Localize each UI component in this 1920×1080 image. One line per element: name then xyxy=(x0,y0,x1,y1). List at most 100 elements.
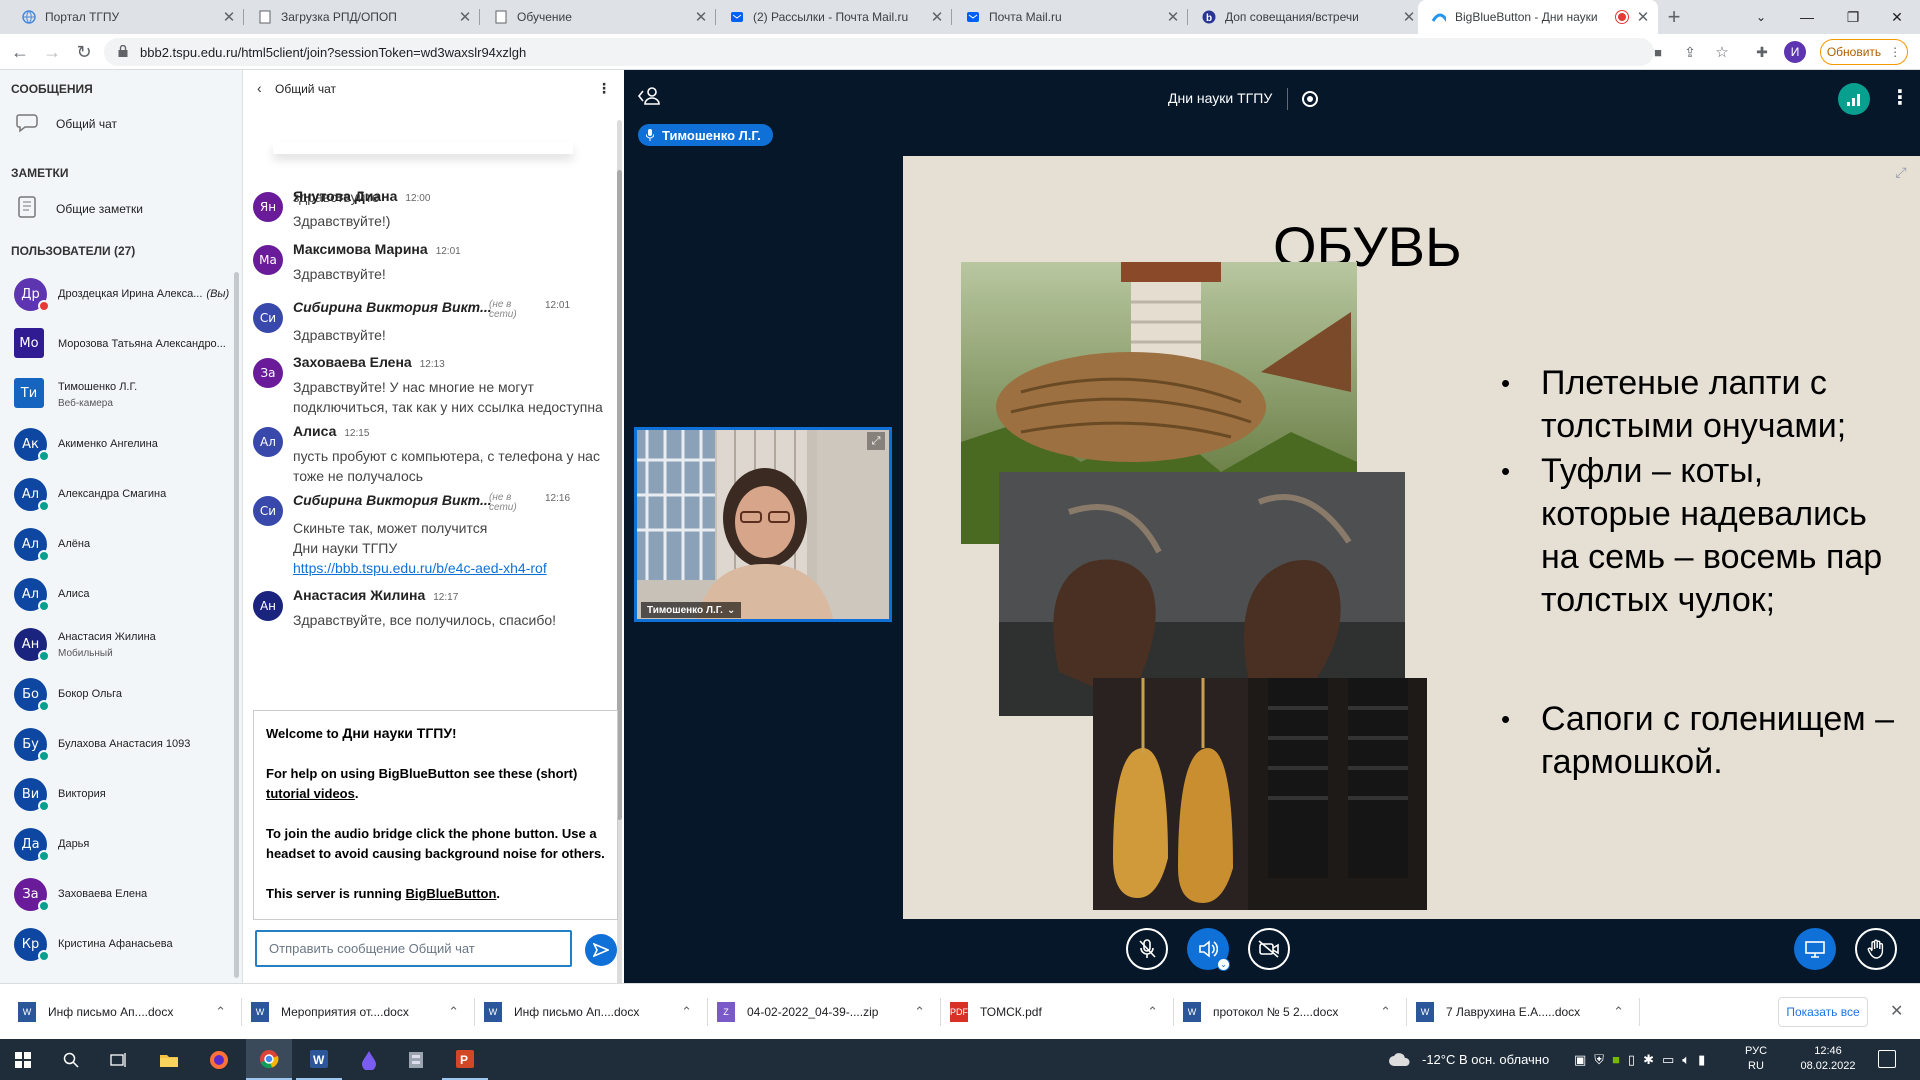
browser-tab[interactable]: Портал ТГПУ ✕ xyxy=(8,0,244,34)
options-menu-icon[interactable]: ⋮ xyxy=(1890,85,1910,110)
windows-start-icon[interactable] xyxy=(0,1039,46,1080)
camera-button[interactable] xyxy=(1248,928,1290,970)
close-tab-icon[interactable]: ✕ xyxy=(928,8,946,26)
bookmark-star-icon[interactable]: ☆ xyxy=(1710,40,1734,64)
download-item[interactable]: W Мероприятия от....docx ⌃ xyxy=(251,984,475,1040)
download-item[interactable]: Z 04-02-2022_04-39-....zip ⌃ xyxy=(717,984,941,1040)
user-list-item[interactable]: Ал Алиса xyxy=(0,570,236,620)
nvidia-icon[interactable]: ■ xyxy=(1612,1052,1620,1067)
close-downloads-icon[interactable]: ✕ xyxy=(1890,1001,1903,1021)
sidebar-scrollbar[interactable] xyxy=(234,272,239,978)
new-tab-icon[interactable]: + xyxy=(1662,4,1686,29)
download-item[interactable]: W 7 Лаврухина Е.А.....docx ⌃ xyxy=(1416,984,1640,1040)
presentation-slide[interactable]: ОБУВЬ • Плетеные лапти с толстыми онучам… xyxy=(903,156,1920,919)
chevron-up-icon[interactable]: ⌃ xyxy=(1613,1004,1624,1020)
powerpoint-icon[interactable]: P xyxy=(442,1039,488,1080)
close-tab-icon[interactable]: ✕ xyxy=(456,8,474,26)
download-item[interactable]: W Инф письмо Ап....docx ⌃ xyxy=(484,984,708,1040)
chat-options-icon[interactable]: ⋮ xyxy=(597,80,611,97)
download-item[interactable]: W Инф письмо Ап....docx ⌃ xyxy=(18,984,242,1040)
public-chat-item[interactable]: Общий чат xyxy=(0,108,236,140)
chrome-taskbar-icon[interactable] xyxy=(246,1039,292,1080)
recording-indicator-icon[interactable] xyxy=(1302,91,1318,107)
chevron-up-icon[interactable]: ⌃ xyxy=(215,1004,226,1020)
download-item[interactable]: PDF ТОМСК.pdf ⌃ xyxy=(950,984,1174,1040)
share-icon[interactable]: ⇪ xyxy=(1678,40,1702,64)
weather-widget[interactable]: -12°C В осн. облачно xyxy=(1388,1039,1549,1080)
chevron-up-icon[interactable]: ⌃ xyxy=(1380,1004,1391,1020)
archive-app-icon[interactable] xyxy=(394,1039,440,1080)
user-list-item[interactable]: Да Дарья xyxy=(0,820,236,870)
close-tab-icon[interactable]: ✕ xyxy=(1634,8,1652,26)
word-icon[interactable]: W xyxy=(296,1039,342,1080)
bigbluebutton-link[interactable]: BigBlueButton xyxy=(405,886,496,901)
camera-icon[interactable]: ■ xyxy=(1646,40,1670,64)
task-view-icon[interactable] xyxy=(96,1039,142,1080)
window-close-icon[interactable]: ✕ xyxy=(1874,0,1920,34)
webcam-video[interactable]: Тимошенко Л.Г. ⌄ ⤢ xyxy=(634,427,892,622)
settings-tray-icon[interactable]: ✱ xyxy=(1643,1052,1654,1068)
reload-icon[interactable]: ↻ xyxy=(72,40,96,64)
tutorial-videos-link[interactable]: tutorial videos xyxy=(266,786,355,801)
user-list-item[interactable]: Ви Виктория xyxy=(0,770,236,820)
download-item[interactable]: Wпротокол № 5 2....docx ⌃ xyxy=(1183,984,1407,1040)
firefox-icon[interactable] xyxy=(196,1039,242,1080)
back-icon[interactable]: ← xyxy=(8,40,32,64)
browser-tab[interactable]: (2) Рассылки - Почта Mail.ru ✕ xyxy=(716,0,952,34)
language-indicator[interactable]: РУС RU xyxy=(1740,1044,1772,1074)
message-link[interactable]: https://bbb.tspu.edu.ru/b/e4c-aed-xh4-ro… xyxy=(293,558,603,578)
app-tray-icon[interactable]: ▣ xyxy=(1574,1052,1586,1068)
browser-tab[interactable]: Обучение ✕ xyxy=(480,0,716,34)
browser-tab-active[interactable]: BigBlueButton - Дни науки ✕ xyxy=(1418,0,1658,34)
update-button[interactable]: Обновить ⋮ xyxy=(1820,39,1908,65)
search-icon[interactable] xyxy=(48,1039,94,1080)
address-bar[interactable]: bbb2.tspu.edu.ru/html5client/join?sessio… xyxy=(104,38,1654,66)
send-button[interactable] xyxy=(585,934,617,966)
presentation-toggle-button[interactable] xyxy=(1794,928,1836,970)
network-icon[interactable]: ▭ xyxy=(1662,1052,1674,1068)
close-tab-icon[interactable]: ✕ xyxy=(1400,8,1418,26)
chat-message-input[interactable]: Отправить сообщение Общий чат xyxy=(255,930,572,967)
close-tab-icon[interactable]: ✕ xyxy=(1164,8,1182,26)
chevron-up-icon[interactable]: ⌃ xyxy=(448,1004,459,1020)
forward-icon[interactable]: → xyxy=(40,40,64,64)
user-list-item[interactable]: Ал Александра Смагина xyxy=(0,470,236,520)
tab-search-icon[interactable]: ⌄ xyxy=(1738,0,1784,34)
user-list-item[interactable]: За Заховаева Елена xyxy=(0,870,236,920)
clock[interactable]: 12:46 08.02.2022 xyxy=(1792,1044,1864,1074)
notifications-icon[interactable] xyxy=(1878,1050,1896,1068)
user-list-item[interactable]: Мо Морозова Татьяна Александро... xyxy=(0,320,236,370)
show-all-button[interactable]: Показать все xyxy=(1778,997,1868,1027)
talking-indicator[interactable]: Тимошенко Л.Г. xyxy=(638,124,773,146)
user-list-item[interactable]: Бо Бокор Ольга xyxy=(0,670,236,720)
fullscreen-icon[interactable]: ⤢ xyxy=(867,432,885,450)
user-list-item[interactable]: Ти Тимошенко Л.Г. Веб-камера xyxy=(0,370,236,420)
user-list-toggle-icon[interactable] xyxy=(638,86,660,106)
microphone-tray-icon[interactable]: ▮ xyxy=(1698,1052,1705,1068)
user-list-item[interactable]: Ан Анастасия Жилина Мобильный xyxy=(0,620,236,670)
user-list-item[interactable]: Кр Кристина Афанасьева xyxy=(0,920,236,970)
volume-icon[interactable]: 🔈︎ xyxy=(1682,1052,1690,1068)
profile-avatar[interactable]: И xyxy=(1784,41,1806,63)
close-tab-icon[interactable]: ✕ xyxy=(220,8,238,26)
raise-hand-button[interactable] xyxy=(1855,928,1897,970)
shield-icon[interactable]: ⛨ xyxy=(1594,1052,1604,1068)
connection-status-button[interactable] xyxy=(1838,83,1870,115)
close-tab-icon[interactable]: ✕ xyxy=(692,8,710,26)
chevron-left-icon[interactable]: ‹ xyxy=(257,80,262,96)
user-list-item[interactable]: Ак Акименко Ангелина xyxy=(0,420,236,470)
fullscreen-slide-icon[interactable]: ⤢ xyxy=(1889,160,1913,184)
mute-button[interactable] xyxy=(1126,928,1168,970)
browser-tab[interactable]: Загрузка РПД/ОПОП ✕ xyxy=(244,0,480,34)
file-explorer-icon[interactable] xyxy=(146,1039,192,1080)
minimize-icon[interactable]: — xyxy=(1784,0,1830,34)
chevron-up-icon[interactable]: ⌃ xyxy=(1147,1004,1158,1020)
shared-notes-item[interactable]: Общие заметки xyxy=(0,192,236,224)
chevron-down-icon[interactable]: ⌄ xyxy=(1217,958,1230,971)
user-list-item[interactable]: Ал Алёна xyxy=(0,520,236,570)
chat-title[interactable]: Общий чат xyxy=(275,82,336,96)
user-list-item[interactable]: Др Дроздецкая Ирина Алекса... (Вы) xyxy=(0,270,236,320)
chevron-up-icon[interactable]: ⌃ xyxy=(681,1004,692,1020)
extensions-icon[interactable]: ✚ xyxy=(1750,40,1774,64)
webcam-name-label[interactable]: Тимошенко Л.Г. ⌄ xyxy=(641,602,742,618)
